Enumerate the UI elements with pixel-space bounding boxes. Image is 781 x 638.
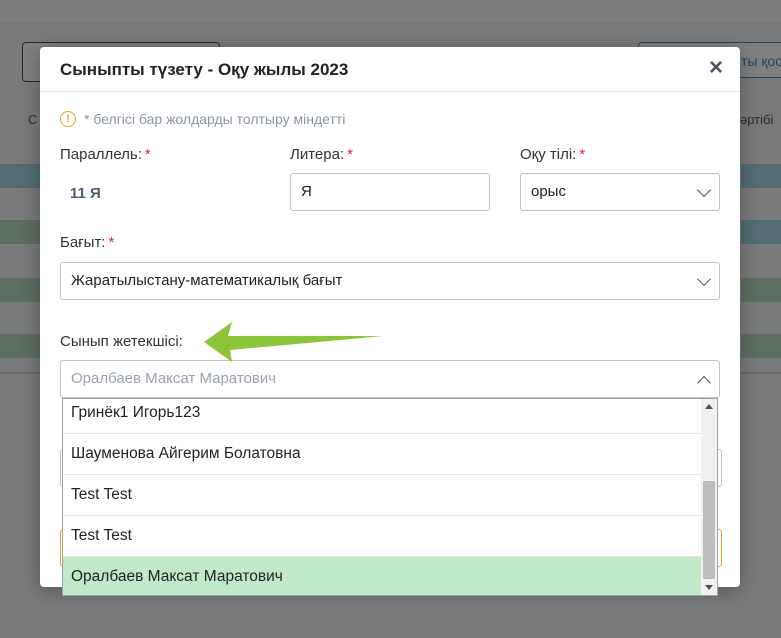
- chevron-up-icon: [696, 375, 712, 391]
- required-mark: *: [579, 146, 586, 163]
- required-mark: *: [144, 146, 151, 163]
- scroll-down-icon[interactable]: [705, 585, 713, 590]
- modal-title: Сыныпты түзету - Оқу жылы 2023: [60, 60, 349, 79]
- litera-label-text: Литера:: [290, 146, 345, 163]
- direction-label-text: Бағыт:: [60, 234, 106, 251]
- chevron-down-icon: [696, 182, 712, 198]
- required-notice-text: * белгісі бар жолдарды толтыру міндетті: [84, 111, 346, 127]
- info-icon: !: [60, 111, 76, 127]
- parallel-label-text: Параллель:: [60, 146, 142, 163]
- annotation-arrow-icon: [204, 322, 384, 362]
- class-teacher-select-value: Оралбаев Максат Маратович: [71, 370, 277, 387]
- chevron-down-icon: [696, 271, 712, 287]
- parallel-value: 11 Я: [70, 185, 101, 202]
- dropdown-option[interactable]: Гринёк1 Игорь123: [63, 399, 701, 434]
- required-notice: ! * белгісі бар жолдарды толтыру міндетт…: [60, 111, 345, 127]
- dropdown-option[interactable]: Шауменова Айгерим Болатовна: [63, 434, 701, 475]
- close-icon[interactable]: ×: [704, 56, 728, 80]
- dropdown-scrollbar[interactable]: [701, 399, 717, 595]
- dropdown-option[interactable]: Test Test: [63, 475, 701, 516]
- language-select[interactable]: орыс: [520, 173, 720, 211]
- direction-select[interactable]: Жаратылыстану-математикалық бағыт: [60, 262, 720, 300]
- dropdown-option[interactable]: Test Test: [63, 516, 701, 557]
- required-mark: *: [108, 234, 115, 251]
- parallel-label: Параллель: *: [60, 146, 151, 163]
- language-label-text: Оқу тілі:: [520, 146, 577, 163]
- litera-input[interactable]: Я: [290, 173, 490, 211]
- direction-label: Бағыт: *: [60, 234, 114, 251]
- class-teacher-dropdown-list[interactable]: Гринёк1 Игорь123 Шауменова Айгерим Болат…: [62, 398, 718, 596]
- dropdown-option-selected[interactable]: Оралбаев Максат Маратович: [63, 557, 701, 595]
- scrollbar-thumb[interactable]: [703, 481, 715, 579]
- direction-select-value: Жаратылыстану-математикалық бағыт: [71, 272, 343, 289]
- modal-header: Сыныпты түзету - Оқу жылы 2023 ×: [40, 47, 740, 92]
- class-teacher-label: Сынып жетекшісі:: [60, 333, 183, 350]
- required-mark: *: [347, 146, 353, 163]
- litera-label: Литера: *: [290, 146, 353, 163]
- class-teacher-select[interactable]: Оралбаев Максат Маратович: [60, 360, 720, 398]
- language-select-value: орыс: [531, 183, 566, 200]
- language-label: Оқу тілі: *: [520, 146, 585, 163]
- scroll-up-icon[interactable]: [705, 404, 713, 409]
